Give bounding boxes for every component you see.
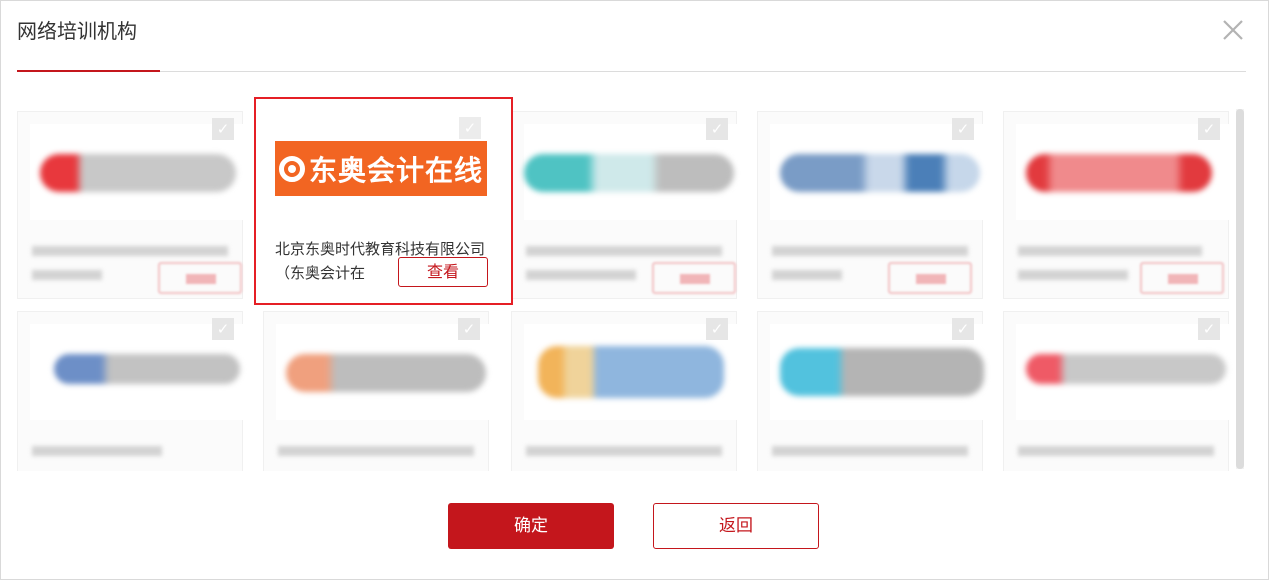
blurred-logo [538,346,724,398]
dialog-header: 网络培训机构 [17,15,137,47]
dongao-logo: 东奥会计在线 [275,141,487,196]
blurred-logo [780,348,984,396]
blurred-name [526,270,636,280]
blurred-logo [54,354,240,384]
blurred-name [278,446,474,456]
blurred-name [772,446,968,456]
select-checkbox[interactable]: ✓ [952,118,974,140]
blurred-logo [1026,154,1212,192]
view-button[interactable] [652,262,736,294]
blurred-name [772,246,968,256]
select-checkbox[interactable]: ✓ [212,318,234,340]
header-divider [17,71,1246,72]
dongao-logo-icon [278,155,305,182]
blurred-logo [286,354,486,392]
blurred-name [1018,446,1214,456]
institution-card[interactable]: ✓ [17,111,244,299]
institution-card[interactable]: ✓ [757,311,984,471]
training-institution-dialog: 网络培训机构 ✓ ✓ ✓ ✓ ✓ ✓ ✓ ✓ ✓ ✓ 东奥会计在线 北京东奥时代… [0,0,1269,580]
institution-card[interactable]: ✓ [757,111,984,299]
blurred-logo [780,154,980,192]
select-checkbox[interactable]: ✓ [458,318,480,340]
selected-card-content[interactable]: 东奥会计在线 北京东奥时代教育科技有限公司（东奥会计在 查看 [254,97,513,305]
blurred-name [32,446,162,456]
institution-card[interactable]: ✓ [1003,111,1230,299]
select-checkbox[interactable]: ✓ [212,118,234,140]
select-checkbox[interactable]: ✓ [1198,118,1220,140]
institution-grid[interactable]: ✓ ✓ ✓ ✓ ✓ ✓ ✓ ✓ ✓ ✓ [17,99,1250,471]
back-button[interactable]: 返回 [653,503,819,549]
active-tab-underline [17,70,160,72]
blurred-logo [40,154,236,192]
blurred-name [526,446,722,456]
blurred-name [772,270,842,280]
view-button[interactable] [158,262,242,294]
institution-card[interactable]: ✓ [511,311,738,471]
blurred-name [32,270,102,280]
select-checkbox[interactable]: ✓ [706,118,728,140]
grid-scrollbar[interactable] [1236,109,1244,469]
select-checkbox[interactable]: ✓ [706,318,728,340]
scrollbar-thumb[interactable] [1236,109,1244,469]
view-button[interactable] [888,262,972,294]
select-checkbox[interactable]: ✓ [952,318,974,340]
close-icon-graphic [1223,20,1243,40]
blurred-name [32,246,228,256]
blurred-logo [524,154,734,192]
select-checkbox[interactable]: ✓ [1198,318,1220,340]
blurred-name [526,246,722,256]
blurred-name [1018,270,1128,280]
view-button[interactable] [1140,262,1224,294]
dongao-logo-text: 东奥会计在线 [308,153,483,187]
institution-card[interactable]: ✓ [1003,311,1230,471]
view-button[interactable]: 查看 [398,257,488,287]
institution-card[interactable]: ✓ [17,311,244,471]
confirm-button[interactable]: 确定 [448,503,614,549]
institution-card[interactable]: ✓ [263,311,490,471]
blurred-logo [1026,354,1226,384]
institution-card[interactable]: ✓ [511,111,738,299]
close-icon[interactable] [1218,15,1248,45]
dialog-title: 网络培训机构 [17,19,137,43]
blurred-name [1018,246,1202,256]
